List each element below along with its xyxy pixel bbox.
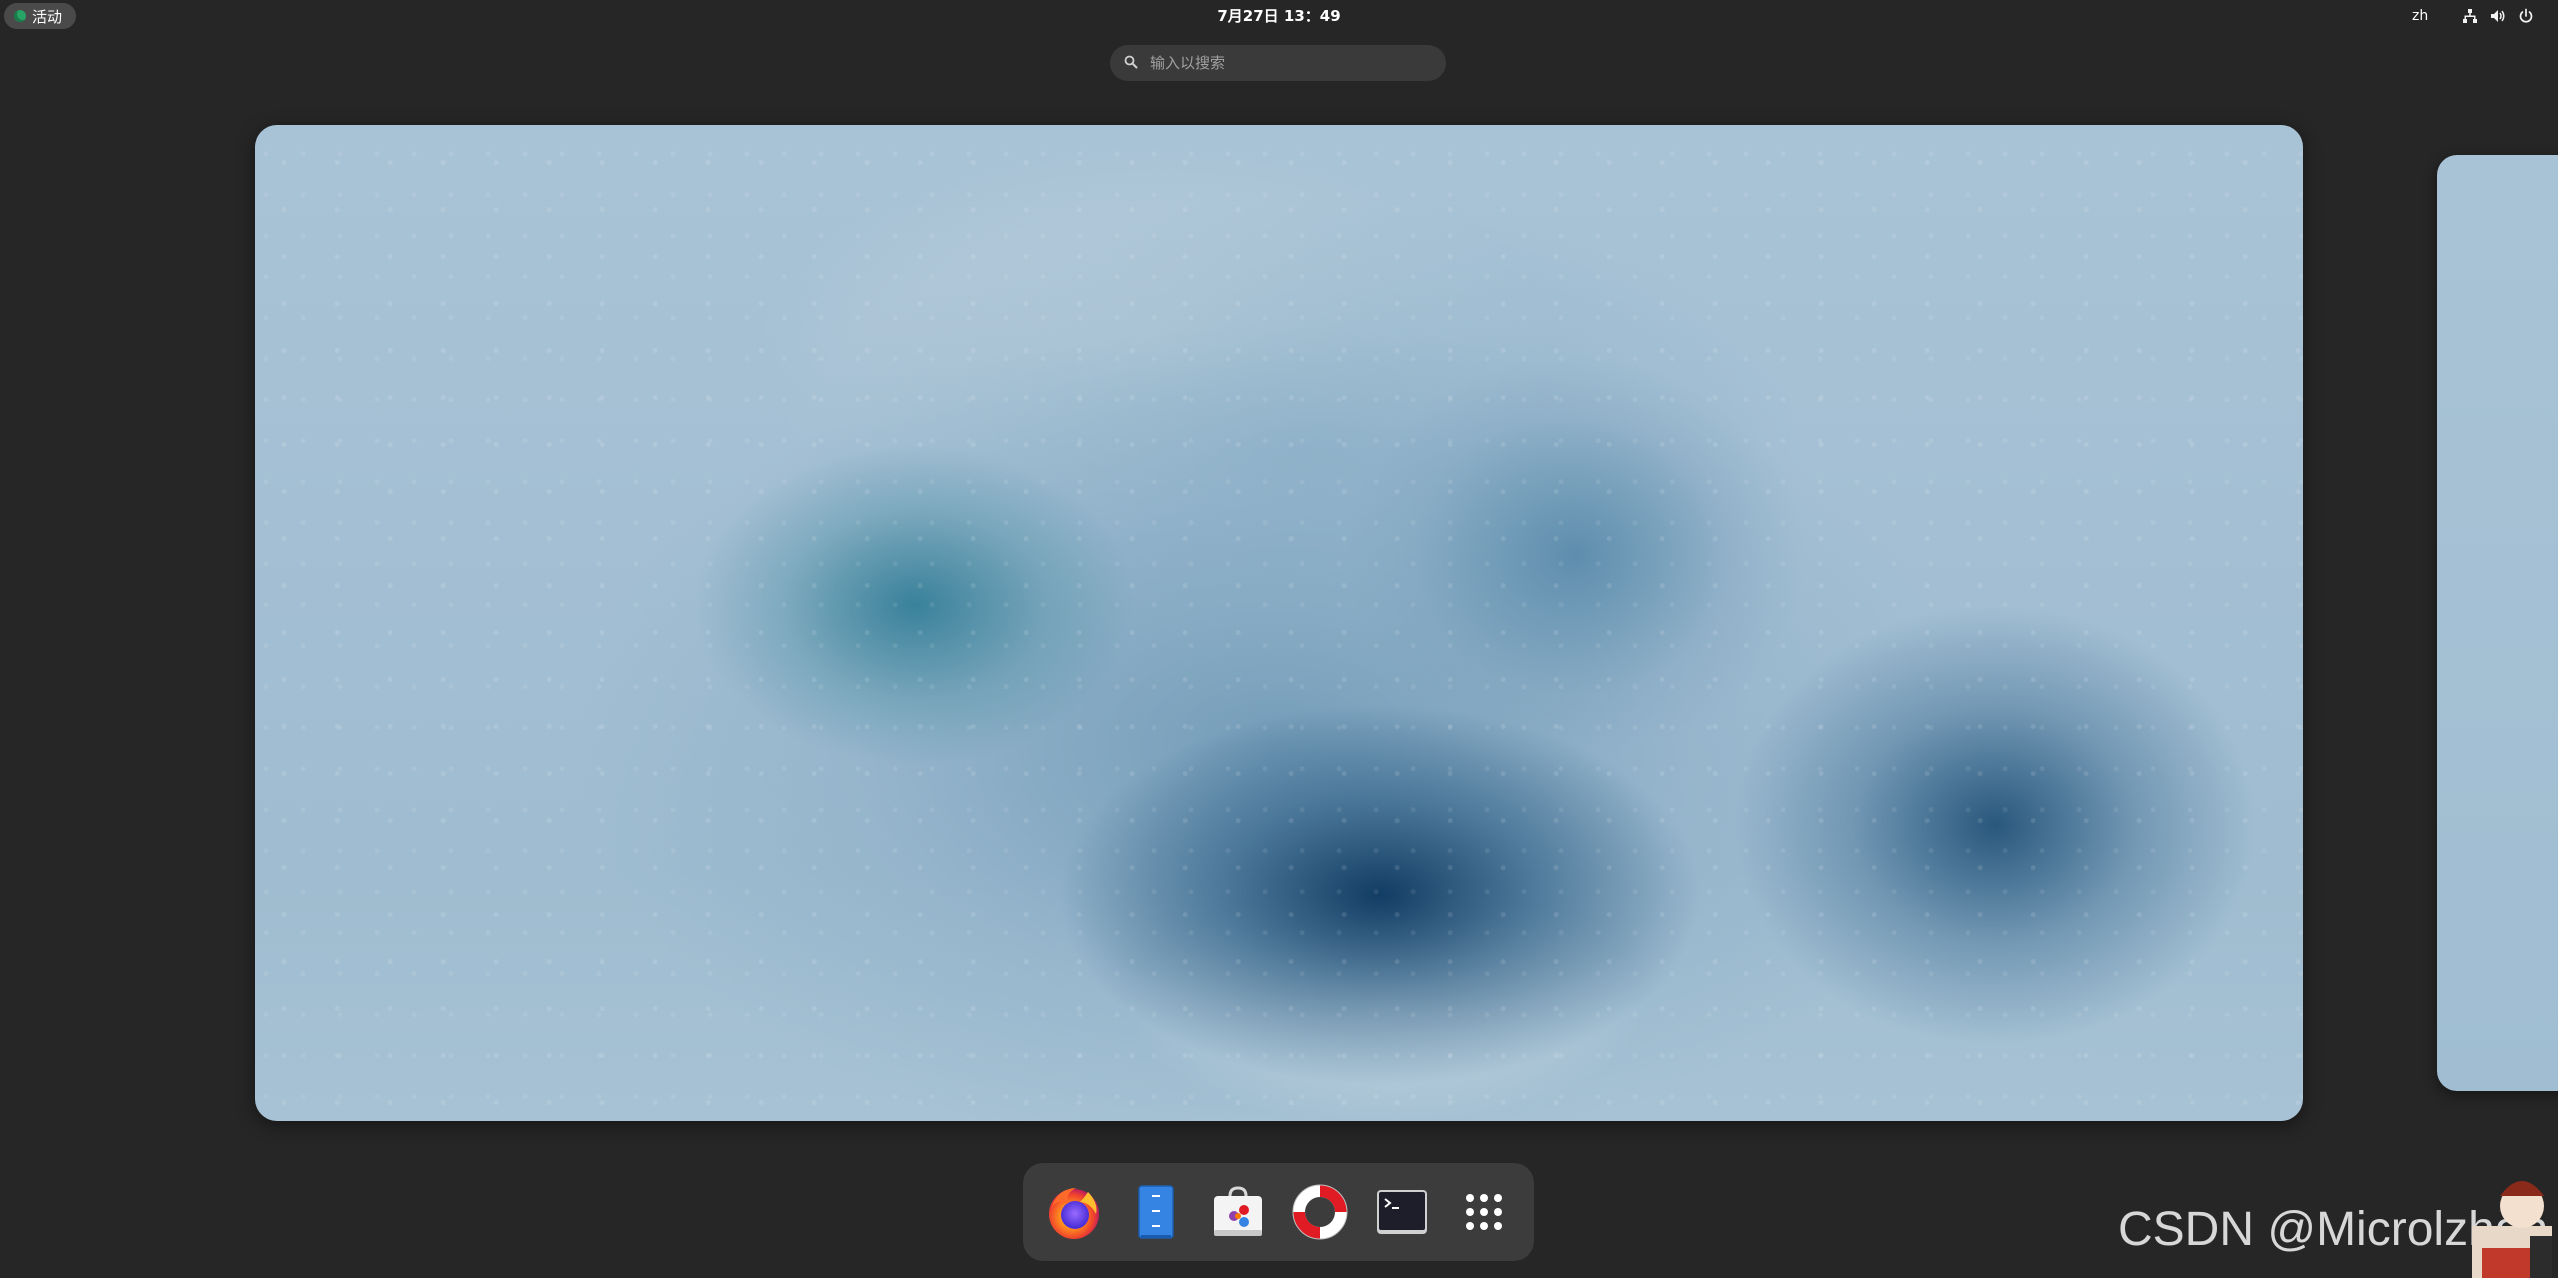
clock-button[interactable]: 7月27日 13：49 [1217,7,1340,25]
volume-icon[interactable] [2490,8,2506,24]
clock-container: 7月27日 13：49 [0,0,2558,32]
activities-indicator-icon [14,10,26,22]
search-icon [1124,54,1138,73]
dash-show-applications[interactable] [1452,1180,1516,1244]
top-bar: 活动 7月27日 13：49 zh [0,0,2558,32]
power-icon[interactable] [2518,8,2534,24]
help-lifebuoy-icon [1289,1181,1351,1243]
terminal-icon [1372,1182,1432,1242]
search-input[interactable] [1148,53,1432,73]
activities-label: 活动 [32,7,63,26]
dash [1023,1163,1534,1261]
dash-item-software[interactable] [1206,1180,1270,1244]
next-workspace-preview[interactable] [2437,155,2558,1091]
desktop-wallpaper [255,125,2303,1121]
files-icon [1126,1182,1186,1242]
app-grid-icon [1460,1188,1508,1236]
current-workspace[interactable] [255,125,2303,1121]
overview-search-box[interactable] [1110,45,1446,81]
dash-item-files[interactable] [1124,1180,1188,1244]
dash-item-help[interactable] [1288,1180,1352,1244]
firefox-icon [1044,1182,1104,1242]
dash-item-firefox[interactable] [1042,1180,1106,1244]
activities-button[interactable]: 活动 [4,3,77,29]
watermark-avatar-image [2412,1166,2552,1278]
dash-item-terminal[interactable] [1370,1180,1434,1244]
network-wired-icon[interactable] [2462,8,2478,24]
system-tray[interactable] [2462,6,2534,26]
input-language-indicator[interactable]: zh [2412,0,2428,32]
software-store-icon [1208,1182,1268,1242]
